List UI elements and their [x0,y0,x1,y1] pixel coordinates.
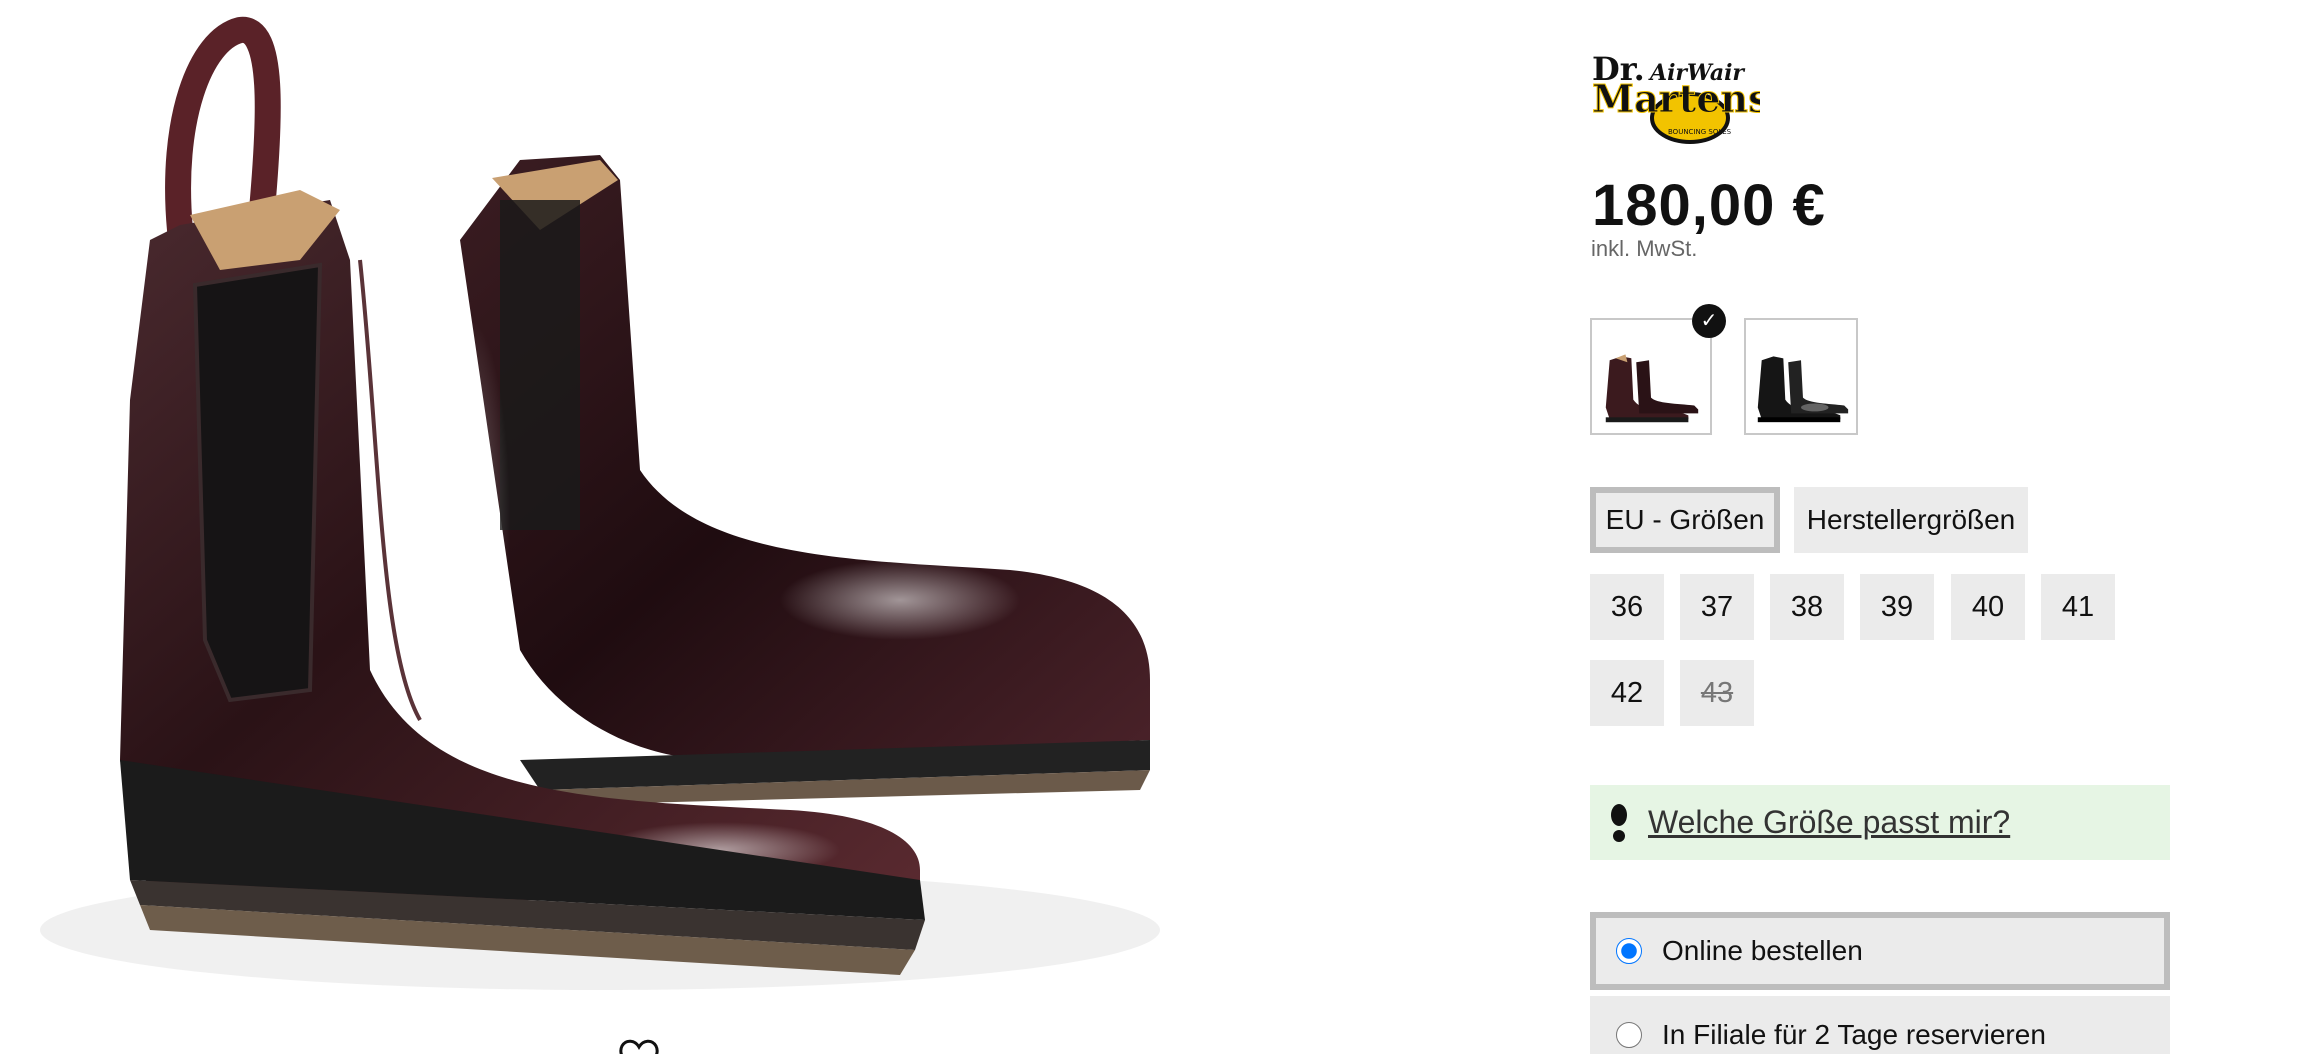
svg-text:BOUNCING SOLES: BOUNCING SOLES [1668,128,1732,136]
color-swatch-bordeaux[interactable] [1590,318,1712,435]
product-price: 180,00 € [1592,173,1826,238]
size-40[interactable]: 40 [1951,574,2025,640]
size-advisor-link[interactable]: Welche Größe passt mir? [1648,804,2010,841]
swatch-bordeaux-image [1605,354,1699,423]
size-36[interactable]: 36 [1590,574,1664,640]
size-37[interactable]: 37 [1680,574,1754,640]
svg-text:Martens: Martens [1592,76,1760,121]
size-43-unavailable: 43 [1680,660,1754,726]
size-41[interactable]: 41 [2041,574,2115,640]
swatch-black-image [1757,356,1849,423]
order-online-option[interactable]: Online bestellen [1590,912,2170,990]
reserve-in-store-option[interactable]: In Filiale für 2 Tage reservieren [1590,996,2170,1054]
reserve-in-store-label: In Filiale für 2 Tage reservieren [1662,1019,2046,1050]
wishlist-button[interactable] [614,1036,664,1054]
product-image[interactable] [0,0,1380,1054]
reserve-in-store-radio[interactable] [1616,1022,1642,1048]
checkmark-icon: ✓ [1692,304,1726,338]
product-info-panel: Dr. AirWair Martens BOUNCING SOLES 180,0… [1590,0,2290,1054]
dr-martens-logo: Dr. AirWair Martens BOUNCING SOLES [1592,50,1770,144]
size-38[interactable]: 38 [1770,574,1844,640]
size-42[interactable]: 42 [1590,660,1664,726]
order-online-label: Online bestellen [1662,935,1863,966]
heart-icon [619,1039,659,1054]
footprint-icon [1611,803,1627,842]
size-39[interactable]: 39 [1860,574,1934,640]
eu-sizes-toggle[interactable]: EU - Größen [1590,487,1780,553]
manufacturer-sizes-toggle[interactable]: Herstellergrößen [1794,487,2028,553]
color-swatch-black[interactable] [1744,318,1858,435]
order-online-radio[interactable] [1616,938,1642,964]
boots-illustration [40,17,1160,990]
size-advisor[interactable]: Welche Größe passt mir? [1590,785,2170,860]
tax-note: inkl. MwSt. [1591,236,1698,261]
brand-logo[interactable]: Dr. AirWair Martens BOUNCING SOLES [1590,46,1770,146]
